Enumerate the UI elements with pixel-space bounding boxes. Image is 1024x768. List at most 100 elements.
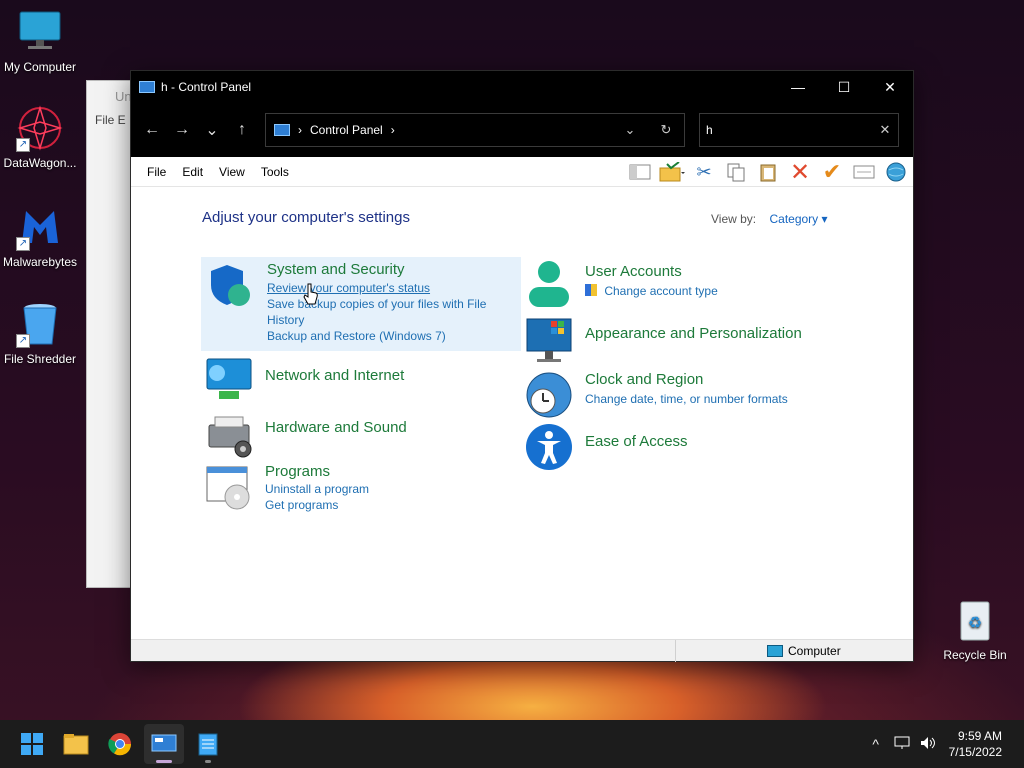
- network-icon[interactable]: [889, 736, 915, 753]
- category-title[interactable]: System and Security: [267, 261, 497, 279]
- breadcrumb-separator: ›: [298, 123, 302, 137]
- category-title[interactable]: Ease of Access: [585, 433, 688, 471]
- category-title[interactable]: Clock and Region: [585, 371, 788, 389]
- desktop-icon-file-shredder[interactable]: ↗ File Shredder: [0, 300, 80, 366]
- up-button[interactable]: ↑: [227, 115, 257, 145]
- view-by-label: View by:: [711, 212, 757, 226]
- control-panel-content: Adjust your computer's settings View by:…: [131, 187, 913, 639]
- malwarebytes-icon: ↗: [16, 203, 64, 251]
- address-dropdown-button[interactable]: ⌄: [612, 122, 648, 138]
- minimize-button[interactable]: —: [775, 71, 821, 103]
- menu-edit[interactable]: Edit: [174, 165, 211, 179]
- menu-tools[interactable]: Tools: [253, 165, 297, 179]
- category-hardware-and-sound[interactable]: Hardware and Sound: [205, 411, 407, 459]
- appearance-monitor-icon: [525, 317, 573, 365]
- desktop-icon-label: Recycle Bin: [943, 648, 1007, 662]
- category-title[interactable]: Hardware and Sound: [265, 419, 407, 459]
- link-review-status[interactable]: Review your computer's status: [267, 280, 497, 296]
- maximize-button[interactable]: ☐: [821, 71, 867, 103]
- navigation-bar: ← → ⌄ ↑ › Control Panel › ⌄ ↻ h ✕: [131, 103, 913, 157]
- shredder-bin-icon: ↗: [16, 300, 64, 348]
- search-clear-button[interactable]: ✕: [872, 122, 898, 138]
- taskbar-control-panel[interactable]: [144, 724, 184, 764]
- delete-icon[interactable]: ✕: [787, 159, 813, 186]
- layout-pane-icon[interactable]: [627, 160, 653, 184]
- desktop-icon-malwarebytes[interactable]: ↗ Malwarebytes: [0, 203, 80, 269]
- category-title[interactable]: Programs: [265, 463, 369, 481]
- desktop-icon-datawagon[interactable]: ↗ DataWagon...: [0, 104, 80, 170]
- toolbar: ✂ ✕ ✔: [627, 159, 909, 186]
- desktop-icon-label: Malwarebytes: [2, 255, 78, 269]
- close-button[interactable]: ✕: [867, 71, 913, 103]
- chrome-icon: [108, 733, 132, 756]
- window-title: h - Control Panel: [161, 80, 252, 94]
- user-icon: [525, 259, 573, 307]
- breadcrumb-control-panel[interactable]: Control Panel: [310, 123, 383, 137]
- link-change-date-time[interactable]: Change date, time, or number formats: [585, 391, 788, 407]
- search-input[interactable]: h: [706, 123, 872, 137]
- forward-button[interactable]: →: [167, 115, 197, 145]
- menu-bar: File Edit View Tools ✂ ✕ ✔: [131, 157, 913, 187]
- desktop-icon-my-computer[interactable]: My Computer: [0, 8, 80, 74]
- taskbar-notepad[interactable]: [188, 724, 228, 764]
- category-clock-and-region[interactable]: Clock and Region Change date, time, or n…: [525, 371, 788, 419]
- category-network-and-internet[interactable]: Network and Internet: [205, 355, 404, 403]
- view-by-dropdown[interactable]: Category ▾: [769, 212, 827, 226]
- address-bar[interactable]: › Control Panel › ⌄ ↻: [265, 113, 685, 147]
- menu-view[interactable]: View: [211, 165, 253, 179]
- cut-icon[interactable]: ✂: [691, 160, 717, 184]
- link-backup-restore[interactable]: Backup and Restore (Windows 7): [267, 328, 497, 344]
- taskbar: ^ 9:59 AM 7/15/2022: [0, 720, 1024, 768]
- category-programs[interactable]: Programs Uninstall a program Get program…: [205, 463, 369, 513]
- menu-file[interactable]: File: [139, 165, 174, 179]
- start-button[interactable]: [12, 724, 52, 764]
- desktop-icon-label: File Shredder: [3, 352, 77, 366]
- shield-icon: [207, 261, 255, 309]
- control-panel-window: h - Control Panel — ☐ ✕ ← → ⌄ ↑ › Contro…: [130, 70, 914, 662]
- recent-locations-button[interactable]: ⌄: [197, 115, 227, 145]
- accessibility-icon: [525, 423, 573, 471]
- refresh-button[interactable]: ↻: [648, 122, 684, 138]
- show-hidden-icons-button[interactable]: ^: [863, 736, 889, 752]
- globe-icon[interactable]: [883, 160, 909, 184]
- copy-icon[interactable]: [723, 160, 749, 184]
- taskbar-file-explorer[interactable]: [56, 724, 96, 764]
- title-bar[interactable]: h - Control Panel — ☐ ✕: [131, 71, 913, 103]
- monitor-icon: [16, 8, 64, 56]
- back-button[interactable]: ←: [137, 115, 167, 145]
- recycle-bin-icon: ♻: [951, 596, 999, 644]
- category-appearance-and-personalization[interactable]: Appearance and Personalization: [525, 317, 802, 365]
- category-ease-of-access[interactable]: Ease of Access: [525, 423, 688, 471]
- clock-date: 7/15/2022: [948, 745, 1002, 759]
- checkmark-icon[interactable]: ✔: [819, 159, 845, 184]
- link-uninstall-program[interactable]: Uninstall a program: [265, 481, 369, 497]
- svg-text:♻: ♻: [968, 615, 982, 632]
- control-panel-icon: [139, 81, 155, 93]
- clock[interactable]: 9:59 AM 7/15/2022: [949, 728, 1002, 760]
- shortcut-arrow-icon: ↗: [16, 237, 30, 251]
- desktop-icon-label: My Computer: [3, 60, 77, 74]
- control-panel-icon: [274, 124, 290, 136]
- search-box[interactable]: h ✕: [699, 113, 899, 147]
- uac-shield-icon: [585, 284, 597, 296]
- datawagon-icon: ↗: [16, 104, 64, 152]
- desktop-icon-label: DataWagon...: [3, 156, 77, 170]
- category-user-accounts[interactable]: User Accounts Change account type: [525, 259, 718, 307]
- network-monitor-icon: [205, 355, 253, 403]
- properties-icon[interactable]: [851, 160, 877, 184]
- category-system-and-security[interactable]: System and Security Review your computer…: [201, 257, 521, 351]
- clock-globe-icon: [525, 371, 573, 419]
- volume-icon[interactable]: [915, 736, 941, 753]
- paste-icon[interactable]: [755, 160, 781, 184]
- background-window-menu: File E: [95, 113, 126, 127]
- desktop-icon-recycle-bin[interactable]: ♻ Recycle Bin: [935, 596, 1015, 662]
- select-folder-icon[interactable]: [659, 160, 685, 184]
- status-bar: Computer: [131, 639, 913, 662]
- link-change-account-type[interactable]: Change account type: [585, 283, 718, 299]
- link-file-history[interactable]: Save backup copies of your files with Fi…: [267, 296, 497, 328]
- category-title[interactable]: Network and Internet: [265, 367, 404, 403]
- taskbar-chrome[interactable]: [100, 724, 140, 764]
- category-title[interactable]: Appearance and Personalization: [585, 325, 802, 365]
- category-title[interactable]: User Accounts: [585, 263, 718, 281]
- link-get-programs[interactable]: Get programs: [265, 497, 369, 513]
